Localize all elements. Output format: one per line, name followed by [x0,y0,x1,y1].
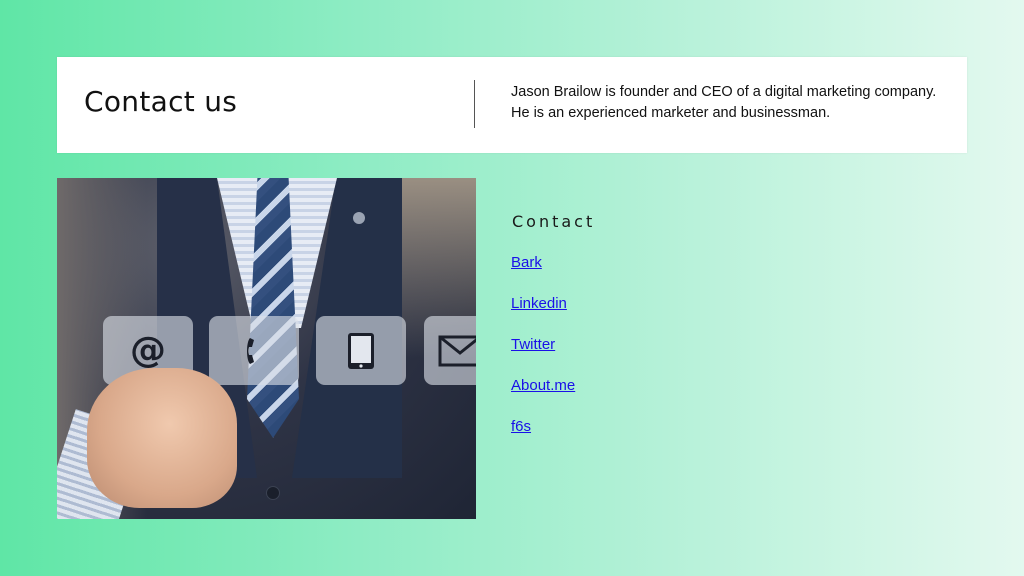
bio-text: Jason Brailow is founder and CEO of a di… [511,82,967,124]
mail-icon [424,316,476,385]
link-aboutme[interactable]: About.me [511,377,575,394]
jacket-button [266,486,280,500]
page-title: Contact us [84,85,238,118]
bio-line: He is an experienced marketer and busine… [511,105,831,121]
phone-glyph [247,337,254,364]
bio-line: Jason Brailow is founder and CEO of a di… [511,84,937,100]
lapel-pin [353,212,365,224]
contact-heading: Contact [512,212,596,231]
at-symbol: @ [130,330,166,371]
header-card: Contact us Jason Brailow is founder and … [57,57,967,153]
link-f6s[interactable]: f6s [511,418,531,435]
header-divider [474,80,475,128]
link-linkedin[interactable]: Linkedin [511,295,567,312]
tablet-glyph [348,332,374,369]
link-bark[interactable]: Bark [511,254,542,271]
phone-icon [209,316,299,385]
contact-photo: @ [57,178,476,519]
pointing-hand [87,368,237,508]
envelope-glyph [438,335,476,366]
tablet-icon [316,316,406,385]
link-twitter[interactable]: Twitter [511,336,555,353]
